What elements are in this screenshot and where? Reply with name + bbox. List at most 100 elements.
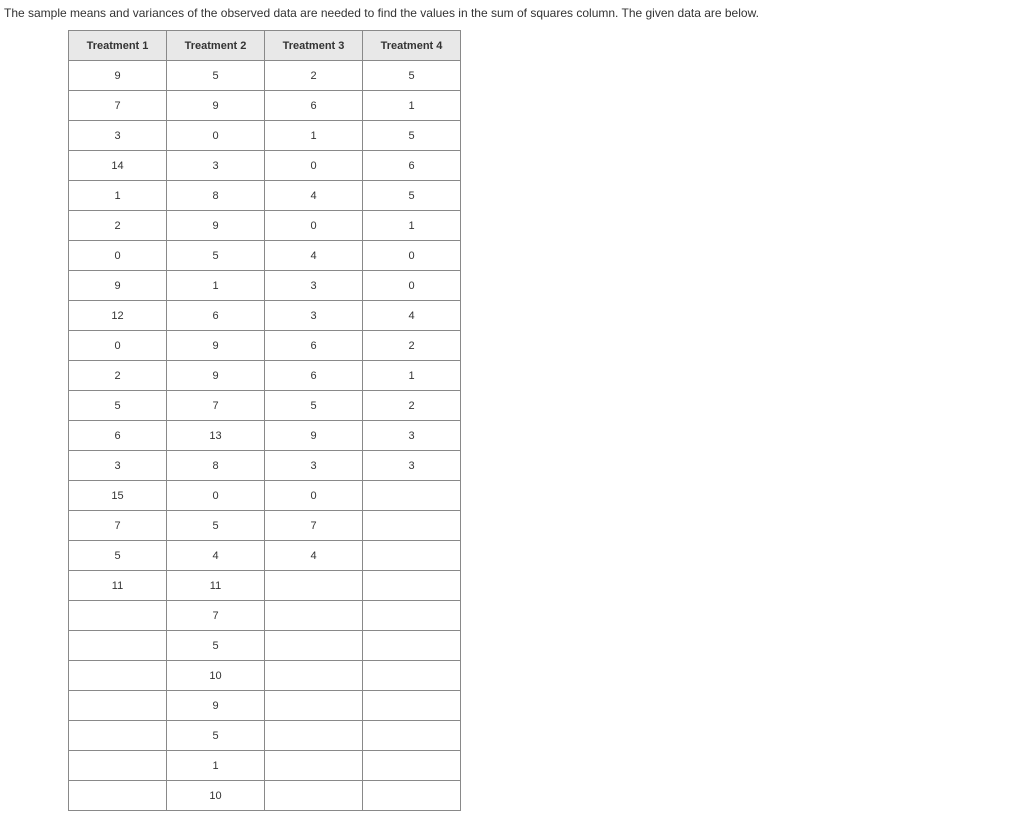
table-cell: 4 bbox=[265, 541, 363, 571]
table-row: 12634 bbox=[69, 301, 461, 331]
table-cell bbox=[265, 721, 363, 751]
table-cell: 6 bbox=[69, 421, 167, 451]
table-cell bbox=[265, 751, 363, 781]
table-cell bbox=[265, 631, 363, 661]
data-table: Treatment 1Treatment 2Treatment 3Treatme… bbox=[68, 30, 461, 811]
table-cell: 1 bbox=[69, 181, 167, 211]
table-body: 9525796130151430618452901054091301263409… bbox=[69, 61, 461, 811]
table-cell: 5 bbox=[167, 721, 265, 751]
table-row: 7 bbox=[69, 601, 461, 631]
table-row: 2901 bbox=[69, 211, 461, 241]
table-cell: 7 bbox=[69, 91, 167, 121]
table-cell: 8 bbox=[167, 451, 265, 481]
table-cell: 0 bbox=[167, 121, 265, 151]
table-cell: 0 bbox=[363, 271, 461, 301]
table-cell: 10 bbox=[167, 781, 265, 811]
table-cell: 11 bbox=[167, 571, 265, 601]
table-cell bbox=[363, 601, 461, 631]
table-cell: 5 bbox=[69, 541, 167, 571]
table-cell bbox=[363, 721, 461, 751]
table-row: 14306 bbox=[69, 151, 461, 181]
table-header-cell: Treatment 3 bbox=[265, 31, 363, 61]
table-row: 2961 bbox=[69, 361, 461, 391]
table-cell: 3 bbox=[69, 121, 167, 151]
table-cell: 1 bbox=[167, 271, 265, 301]
table-row: 10 bbox=[69, 661, 461, 691]
table-cell bbox=[69, 721, 167, 751]
table-cell bbox=[363, 541, 461, 571]
table-cell: 1 bbox=[167, 751, 265, 781]
table-cell: 0 bbox=[167, 481, 265, 511]
table-header-row: Treatment 1Treatment 2Treatment 3Treatme… bbox=[69, 31, 461, 61]
table-cell: 5 bbox=[363, 61, 461, 91]
table-cell: 10 bbox=[167, 661, 265, 691]
table-cell: 9 bbox=[167, 691, 265, 721]
table-cell: 5 bbox=[363, 181, 461, 211]
table-cell bbox=[265, 691, 363, 721]
table-cell: 4 bbox=[265, 241, 363, 271]
table-cell: 3 bbox=[363, 451, 461, 481]
table-cell: 2 bbox=[363, 391, 461, 421]
table-cell bbox=[69, 691, 167, 721]
table-cell: 2 bbox=[363, 331, 461, 361]
table-cell: 7 bbox=[167, 391, 265, 421]
table-cell: 3 bbox=[363, 421, 461, 451]
table-cell: 15 bbox=[69, 481, 167, 511]
table-cell: 7 bbox=[265, 511, 363, 541]
table-cell: 3 bbox=[265, 271, 363, 301]
table-cell: 5 bbox=[167, 511, 265, 541]
table-cell: 14 bbox=[69, 151, 167, 181]
table-row: 1500 bbox=[69, 481, 461, 511]
table-cell: 1 bbox=[363, 211, 461, 241]
table-cell: 6 bbox=[167, 301, 265, 331]
table-cell bbox=[363, 481, 461, 511]
table-cell bbox=[69, 751, 167, 781]
table-cell: 0 bbox=[265, 211, 363, 241]
table-row: 757 bbox=[69, 511, 461, 541]
table-cell bbox=[363, 571, 461, 601]
table-row: 9525 bbox=[69, 61, 461, 91]
table-cell: 13 bbox=[167, 421, 265, 451]
table-cell: 9 bbox=[69, 61, 167, 91]
table-row: 0962 bbox=[69, 331, 461, 361]
table-cell: 4 bbox=[167, 541, 265, 571]
table-cell bbox=[265, 571, 363, 601]
table-cell bbox=[69, 601, 167, 631]
table-row: 9130 bbox=[69, 271, 461, 301]
table-row: 544 bbox=[69, 541, 461, 571]
table-cell bbox=[363, 691, 461, 721]
table-cell: 4 bbox=[363, 301, 461, 331]
table-cell: 3 bbox=[69, 451, 167, 481]
table-cell: 6 bbox=[363, 151, 461, 181]
table-cell: 9 bbox=[167, 331, 265, 361]
table-row: 1845 bbox=[69, 181, 461, 211]
table-cell: 8 bbox=[167, 181, 265, 211]
table-cell: 0 bbox=[265, 151, 363, 181]
table-cell: 3 bbox=[265, 301, 363, 331]
table-cell: 6 bbox=[265, 331, 363, 361]
table-cell: 3 bbox=[265, 451, 363, 481]
table-row: 10 bbox=[69, 781, 461, 811]
table-row: 5752 bbox=[69, 391, 461, 421]
table-cell: 7 bbox=[69, 511, 167, 541]
table-cell: 0 bbox=[363, 241, 461, 271]
table-row: 3833 bbox=[69, 451, 461, 481]
table-cell: 2 bbox=[69, 211, 167, 241]
table-cell: 5 bbox=[167, 241, 265, 271]
table-cell: 5 bbox=[167, 631, 265, 661]
table-cell bbox=[363, 751, 461, 781]
table-cell: 11 bbox=[69, 571, 167, 601]
table-cell: 5 bbox=[363, 121, 461, 151]
table-cell: 6 bbox=[265, 361, 363, 391]
table-cell: 3 bbox=[167, 151, 265, 181]
table-cell: 0 bbox=[265, 481, 363, 511]
table-cell bbox=[363, 511, 461, 541]
table-row: 61393 bbox=[69, 421, 461, 451]
table-cell: 6 bbox=[265, 91, 363, 121]
table-cell: 5 bbox=[69, 391, 167, 421]
table-cell bbox=[69, 631, 167, 661]
table-row: 9 bbox=[69, 691, 461, 721]
table-cell: 9 bbox=[167, 361, 265, 391]
table-cell: 4 bbox=[265, 181, 363, 211]
table-row: 0540 bbox=[69, 241, 461, 271]
